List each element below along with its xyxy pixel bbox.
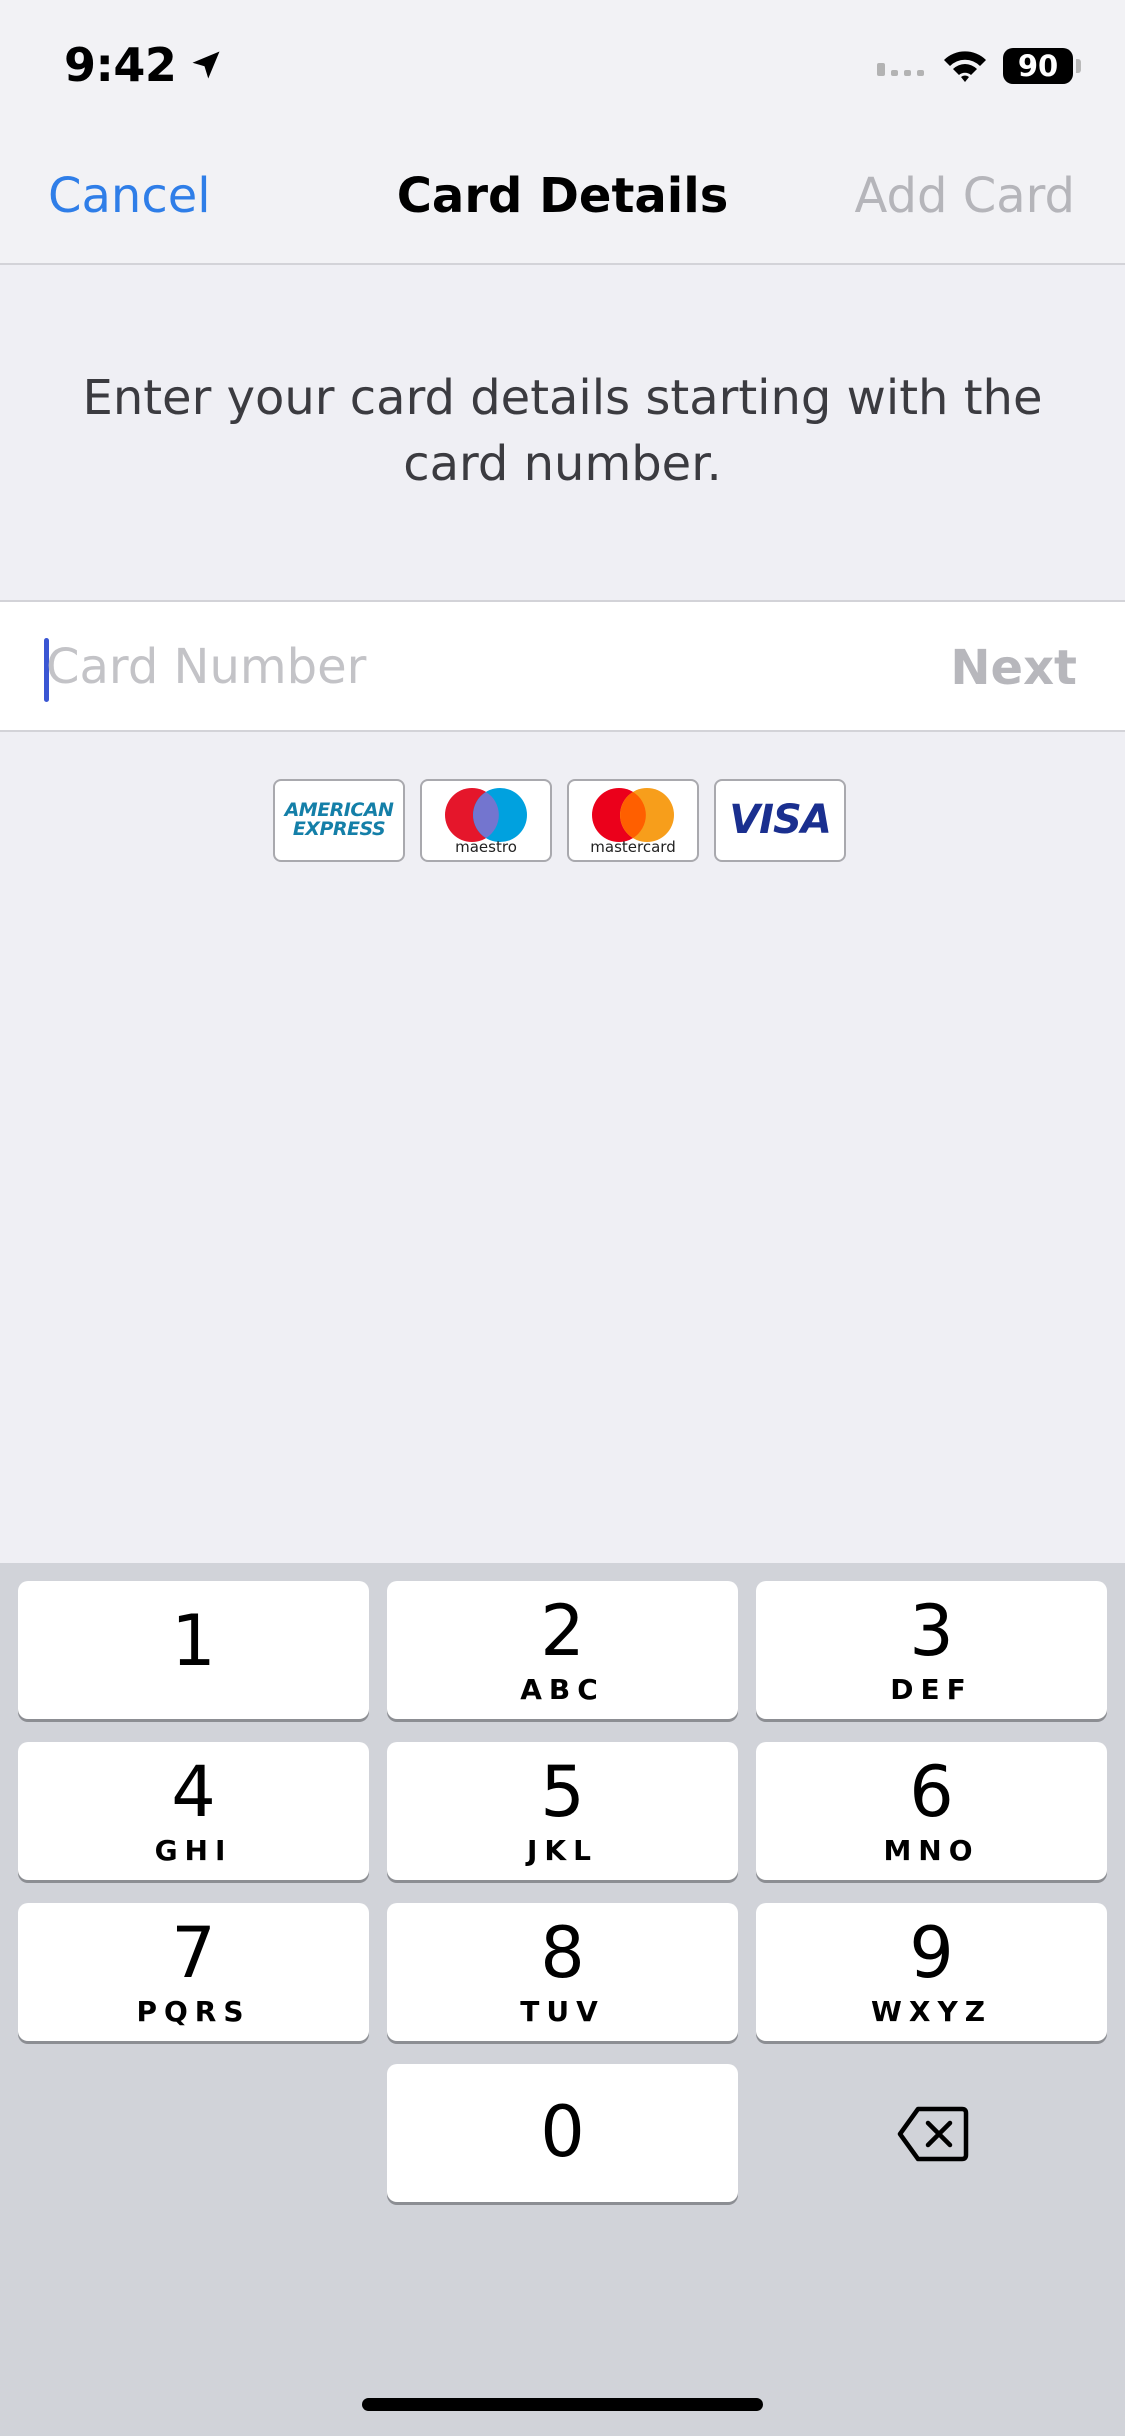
top-bar-area: 9:42 90 Cancel Card Details Add Card [0, 0, 1125, 265]
key-1[interactable]: 1 [18, 1581, 369, 1719]
amex-logo: AMERICAN EXPRESS [273, 779, 405, 862]
key-letters: TUV [520, 1995, 605, 2028]
add-card-button[interactable]: Add Card [855, 168, 1075, 224]
amex-logo-text: AMERICAN EXPRESS [275, 801, 403, 839]
key-2[interactable]: 2 ABC [387, 1581, 738, 1719]
numeric-keypad: 1 2 ABC 3 DEF 4 GHI 5 JKL 6 MNO 7 PQRS 8… [0, 1563, 1125, 2436]
battery-level: 90 [1017, 49, 1059, 83]
key-digit: 9 [909, 1912, 954, 1994]
key-letters: ABC [520, 1673, 605, 1706]
home-indicator [362, 2398, 763, 2411]
wifi-icon [944, 51, 986, 82]
key-4[interactable]: 4 GHI [18, 1742, 369, 1880]
key-7[interactable]: 7 PQRS [18, 1903, 369, 2041]
status-time-text: 9:42 [64, 38, 177, 92]
status-bar: 9:42 90 [0, 0, 1125, 132]
key-9[interactable]: 9 WXYZ [756, 1903, 1107, 2041]
key-digit: 8 [540, 1912, 585, 1994]
next-button[interactable]: Next [950, 640, 1077, 696]
key-letters: MNO [883, 1834, 980, 1867]
cellular-signal-icon [877, 63, 924, 76]
key-letters: PQRS [136, 1995, 251, 2028]
key-8[interactable]: 8 TUV [387, 1903, 738, 2041]
navigation-bar: Cancel Card Details Add Card [0, 150, 1125, 250]
status-indicators: 90 [875, 48, 1081, 84]
key-digit: 7 [171, 1912, 216, 1994]
key-0[interactable]: 0 [387, 2064, 738, 2202]
battery-cap [1076, 59, 1081, 73]
key-digit: 0 [540, 2091, 585, 2173]
key-letters: WXYZ [870, 1995, 993, 2028]
instruction-text: Enter your card details starting with th… [82, 370, 1043, 492]
key-digit: 2 [540, 1590, 585, 1672]
key-letters: DEF [890, 1673, 973, 1706]
mastercard-logo: mastercard [567, 779, 699, 862]
amex-line2: EXPRESS [292, 818, 386, 840]
key-digit: 1 [171, 1600, 216, 1682]
maestro-label: maestro [455, 838, 517, 856]
key-6[interactable]: 6 MNO [756, 1742, 1107, 1880]
accepted-cards: AMERICAN EXPRESS maestro mastercard VISA [273, 779, 846, 862]
delete-key[interactable] [757, 2065, 1108, 2203]
maestro-logo: maestro [420, 779, 552, 862]
key-letters: JKL [527, 1834, 598, 1867]
card-number-field[interactable]: Next [0, 600, 1125, 732]
status-time: 9:42 [64, 38, 224, 92]
visa-logo-text: VISA [729, 797, 832, 843]
delete-backspace-icon [897, 2106, 968, 2162]
key-5[interactable]: 5 JKL [387, 1742, 738, 1880]
mastercard-label: mastercard [590, 838, 676, 856]
key-3[interactable]: 3 DEF [756, 1581, 1107, 1719]
key-letters: GHI [154, 1834, 233, 1867]
key-digit: 6 [909, 1751, 954, 1833]
battery-indicator: 90 [1003, 48, 1073, 84]
key-digit: 5 [540, 1751, 585, 1833]
location-arrow-icon [192, 51, 220, 79]
key-digit: 3 [909, 1590, 954, 1672]
card-number-input[interactable] [46, 626, 896, 708]
visa-logo: VISA [714, 779, 846, 862]
key-digit: 4 [171, 1751, 216, 1833]
